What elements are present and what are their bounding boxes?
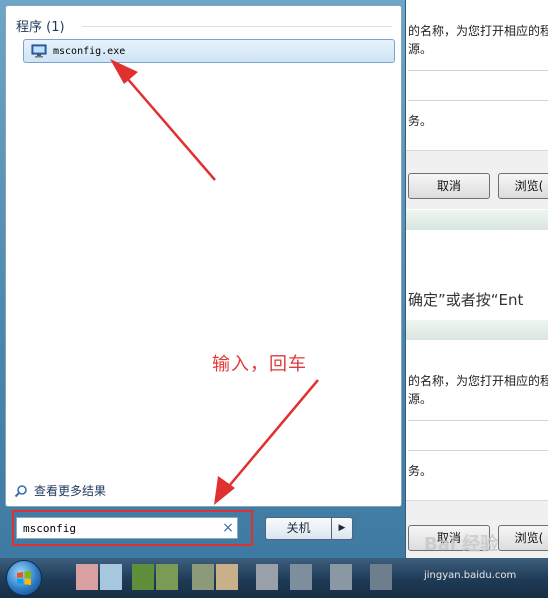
- bg-band: [400, 210, 548, 230]
- watermark-url: jingyan.baidu.com: [424, 570, 517, 581]
- bg-text-line: 务。: [408, 114, 433, 128]
- result-item-msconfig[interactable]: msconfig.exe: [23, 39, 395, 63]
- bg-text-line: 务。: [408, 464, 433, 478]
- taskbar-app-icon[interactable]: [256, 564, 278, 590]
- start-menu: 程序 (1) msconfig.exe 查看更多结果 × 关机 ▶: [0, 0, 406, 558]
- taskbar-app-icon[interactable]: [132, 564, 154, 590]
- windows-logo-icon: [17, 571, 31, 585]
- bg-text-line: 源。: [408, 42, 433, 56]
- bg-separator: [408, 420, 548, 421]
- bg-cancel-button[interactable]: 取消: [408, 173, 490, 199]
- taskbar-app-icon[interactable]: [76, 564, 98, 590]
- shutdown-group: 关机 ▶: [265, 517, 353, 540]
- bg-text-line: 源。: [408, 392, 433, 406]
- background-document: 的名称，为您打开相应的程 源。 务。 取消 浏览( 确定”或者按“Ent 的名称…: [400, 0, 548, 560]
- bg-browse-button[interactable]: 浏览(: [498, 173, 548, 199]
- shutdown-button[interactable]: 关机: [265, 517, 331, 540]
- magnifier-icon: [14, 484, 27, 497]
- start-button[interactable]: [6, 560, 42, 596]
- taskbar-app-icon[interactable]: [290, 564, 312, 590]
- annotation-highlight-box: [12, 510, 253, 546]
- see-more-results-link[interactable]: 查看更多结果: [14, 482, 106, 499]
- taskbar-app-icon[interactable]: [370, 564, 392, 590]
- bg-separator: [408, 100, 548, 101]
- shutdown-options-arrow[interactable]: ▶: [331, 517, 353, 540]
- taskbar-app-icon[interactable]: [192, 564, 214, 590]
- bg-text-line: 的名称，为您打开相应的程: [408, 374, 548, 388]
- bg-separator: [408, 70, 548, 71]
- taskbar-app-icon[interactable]: [216, 564, 238, 590]
- see-more-results-label: 查看更多结果: [34, 484, 107, 498]
- watermark: Bai 经验: [424, 534, 499, 555]
- monitor-icon: [31, 44, 47, 58]
- search-results-panel: 程序 (1) msconfig.exe 查看更多结果: [5, 5, 402, 507]
- annotation-text: 输入，回车: [212, 354, 307, 375]
- bg-enter-text: 确定”或者按“Ent: [408, 291, 524, 309]
- taskbar-app-icon[interactable]: [100, 564, 122, 590]
- bg-browse-button[interactable]: 浏览(: [498, 525, 548, 551]
- bg-band: [400, 320, 548, 340]
- bg-text-line: 的名称，为您打开相应的程: [408, 24, 548, 38]
- bg-dialog-strip: 取消 浏览(: [400, 150, 548, 209]
- programs-section-header: 程序 (1): [16, 20, 65, 35]
- bg-separator: [408, 450, 548, 451]
- result-label: msconfig.exe: [53, 45, 126, 57]
- taskbar-app-icon[interactable]: [156, 564, 178, 590]
- section-divider: [82, 26, 392, 27]
- taskbar-app-icon[interactable]: [330, 564, 352, 590]
